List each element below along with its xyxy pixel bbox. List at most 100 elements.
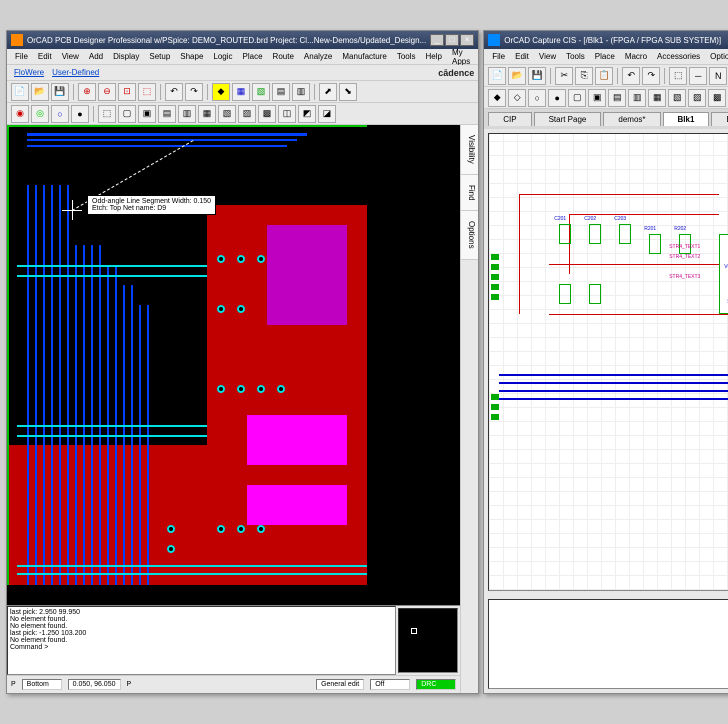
menu-place[interactable]: Place bbox=[591, 51, 619, 62]
tb-btn-f[interactable]: ⬈ bbox=[319, 83, 337, 101]
tb2-b[interactable]: ◇ bbox=[508, 89, 526, 107]
tb-open-icon[interactable]: 📂 bbox=[31, 83, 49, 101]
menu-display[interactable]: Display bbox=[109, 51, 143, 62]
tb2-f[interactable]: ▣ bbox=[588, 89, 606, 107]
tb-save-icon[interactable]: 💾 bbox=[528, 67, 546, 85]
tb2-g[interactable]: ▣ bbox=[138, 105, 156, 123]
tab-blk1fpga[interactable]: Blk1/FPGA1 bbox=[711, 112, 728, 126]
tb2-a[interactable]: ◆ bbox=[488, 89, 506, 107]
tb-btn-e[interactable]: ▥ bbox=[292, 83, 310, 101]
tb-btn-g[interactable]: ⬊ bbox=[339, 83, 357, 101]
tb-new-icon[interactable]: 📄 bbox=[488, 67, 506, 85]
tb2-o[interactable]: ◩ bbox=[298, 105, 316, 123]
tb2-j[interactable]: ▦ bbox=[198, 105, 216, 123]
menu-file[interactable]: File bbox=[488, 51, 509, 62]
link-floware[interactable]: FloWere bbox=[11, 68, 47, 77]
tb-zoomsel-icon[interactable]: ⬚ bbox=[138, 83, 156, 101]
menu-analyze[interactable]: Analyze bbox=[300, 51, 336, 62]
maximize-button[interactable]: □ bbox=[445, 34, 459, 46]
tb2-j[interactable]: ▧ bbox=[668, 89, 686, 107]
tb-btn-d[interactable]: ▤ bbox=[272, 83, 290, 101]
tb2-n[interactable]: ◫ bbox=[278, 105, 296, 123]
menu-place[interactable]: Place bbox=[239, 51, 267, 62]
tb2-p[interactable]: ◪ bbox=[318, 105, 336, 123]
menu-macro[interactable]: Macro bbox=[621, 51, 651, 62]
menu-add[interactable]: Add bbox=[85, 51, 107, 62]
menu-tools[interactable]: Tools bbox=[393, 51, 420, 62]
tb-zoom-icon[interactable]: ⊕ bbox=[78, 83, 96, 101]
tb-part-icon[interactable]: ⬚ bbox=[669, 67, 687, 85]
close-button[interactable]: × bbox=[460, 34, 474, 46]
tb2-i[interactable]: ▦ bbox=[648, 89, 666, 107]
menu-view[interactable]: View bbox=[535, 51, 560, 62]
tab-demos[interactable]: demos* bbox=[603, 112, 660, 126]
tb-new-icon[interactable]: 📄 bbox=[11, 83, 29, 101]
tb-redo-icon[interactable]: ↷ bbox=[185, 83, 203, 101]
menu-edit[interactable]: Edit bbox=[34, 51, 56, 62]
pcb-status-bar: P Bottom 0.050, 96.050 P General edit Of… bbox=[7, 675, 460, 693]
tb-redo-icon[interactable]: ↷ bbox=[642, 67, 660, 85]
tb2-h[interactable]: ▥ bbox=[628, 89, 646, 107]
tb-copy-icon[interactable]: ⎘ bbox=[575, 67, 593, 85]
tb-btn-b[interactable]: ▦ bbox=[232, 83, 250, 101]
tb-save-icon[interactable]: 💾 bbox=[51, 83, 69, 101]
cis-panel[interactable] bbox=[488, 599, 728, 689]
menu-setup[interactable]: Setup bbox=[145, 51, 174, 62]
tb2-d[interactable]: ● bbox=[548, 89, 566, 107]
tb-paste-icon[interactable]: 📋 bbox=[595, 67, 613, 85]
tb2-l[interactable]: ▨ bbox=[238, 105, 256, 123]
menu-edit[interactable]: Edit bbox=[511, 51, 533, 62]
tab-visibility[interactable]: Visibility bbox=[461, 125, 478, 175]
tb2-m[interactable]: ▩ bbox=[258, 105, 276, 123]
tb2-g[interactable]: ▤ bbox=[608, 89, 626, 107]
menu-accessories[interactable]: Accessories bbox=[653, 51, 704, 62]
tb-btn-c[interactable]: ▧ bbox=[252, 83, 270, 101]
menu-shape[interactable]: Shape bbox=[176, 51, 207, 62]
menu-route[interactable]: Route bbox=[269, 51, 298, 62]
tb-open-icon[interactable]: 📂 bbox=[508, 67, 526, 85]
tb2-c[interactable]: ○ bbox=[528, 89, 546, 107]
tb-net-icon[interactable]: N bbox=[709, 67, 727, 85]
tb2-f[interactable]: ▢ bbox=[118, 105, 136, 123]
tab-startpage[interactable]: Start Page bbox=[534, 112, 602, 126]
tb2-h[interactable]: ▤ bbox=[158, 105, 176, 123]
status-mode[interactable]: General edit bbox=[316, 679, 364, 690]
menu-manufacture[interactable]: Manufacture bbox=[338, 51, 390, 62]
tb2-k[interactable]: ▨ bbox=[688, 89, 706, 107]
tb2-b[interactable]: ◎ bbox=[31, 105, 49, 123]
status-off[interactable]: Off bbox=[370, 679, 410, 690]
tb-wire-icon[interactable]: ─ bbox=[689, 67, 707, 85]
world-view[interactable] bbox=[398, 608, 458, 673]
tab-options[interactable]: Options bbox=[461, 211, 478, 260]
tb2-l[interactable]: ▩ bbox=[708, 89, 726, 107]
schematic-canvas[interactable]: C201 C202 C203 R201 R202 VCC_DRAM Shield… bbox=[488, 133, 728, 591]
link-userdefined[interactable]: User-Defined bbox=[49, 68, 102, 77]
tab-find[interactable]: Find bbox=[461, 175, 478, 212]
tb-zoomout-icon[interactable]: ⊖ bbox=[98, 83, 116, 101]
tab-cip[interactable]: CIP bbox=[488, 112, 531, 126]
tb-undo-icon[interactable]: ↶ bbox=[165, 83, 183, 101]
tb-cut-icon[interactable]: ✂ bbox=[555, 67, 573, 85]
status-drc[interactable]: DRC bbox=[416, 679, 456, 690]
pcb-canvas[interactable]: Odd-angle Line Segment Width: 0.150 Etch… bbox=[7, 125, 460, 605]
menu-logic[interactable]: Logic bbox=[209, 51, 236, 62]
menu-tools[interactable]: Tools bbox=[562, 51, 589, 62]
menu-file[interactable]: File bbox=[11, 51, 32, 62]
tb2-e[interactable]: ▢ bbox=[568, 89, 586, 107]
tb2-i[interactable]: ▥ bbox=[178, 105, 196, 123]
tb2-a[interactable]: ◉ bbox=[11, 105, 29, 123]
tb-fit-icon[interactable]: ⊡ bbox=[118, 83, 136, 101]
minimize-button[interactable]: _ bbox=[430, 34, 444, 46]
tb2-k[interactable]: ▧ bbox=[218, 105, 236, 123]
tb2-e[interactable]: ⬚ bbox=[98, 105, 116, 123]
tb2-c[interactable]: ○ bbox=[51, 105, 69, 123]
menu-myapps[interactable]: My Apps bbox=[448, 47, 474, 67]
menu-options[interactable]: Options bbox=[706, 51, 728, 62]
menu-view[interactable]: View bbox=[58, 51, 83, 62]
menu-help[interactable]: Help bbox=[422, 51, 446, 62]
tab-blk1[interactable]: Blk1 bbox=[663, 112, 710, 126]
tb2-d[interactable]: ● bbox=[71, 105, 89, 123]
tb-undo-icon[interactable]: ↶ bbox=[622, 67, 640, 85]
tb-btn-a[interactable]: ◆ bbox=[212, 83, 230, 101]
status-layer[interactable]: Bottom bbox=[22, 679, 62, 690]
